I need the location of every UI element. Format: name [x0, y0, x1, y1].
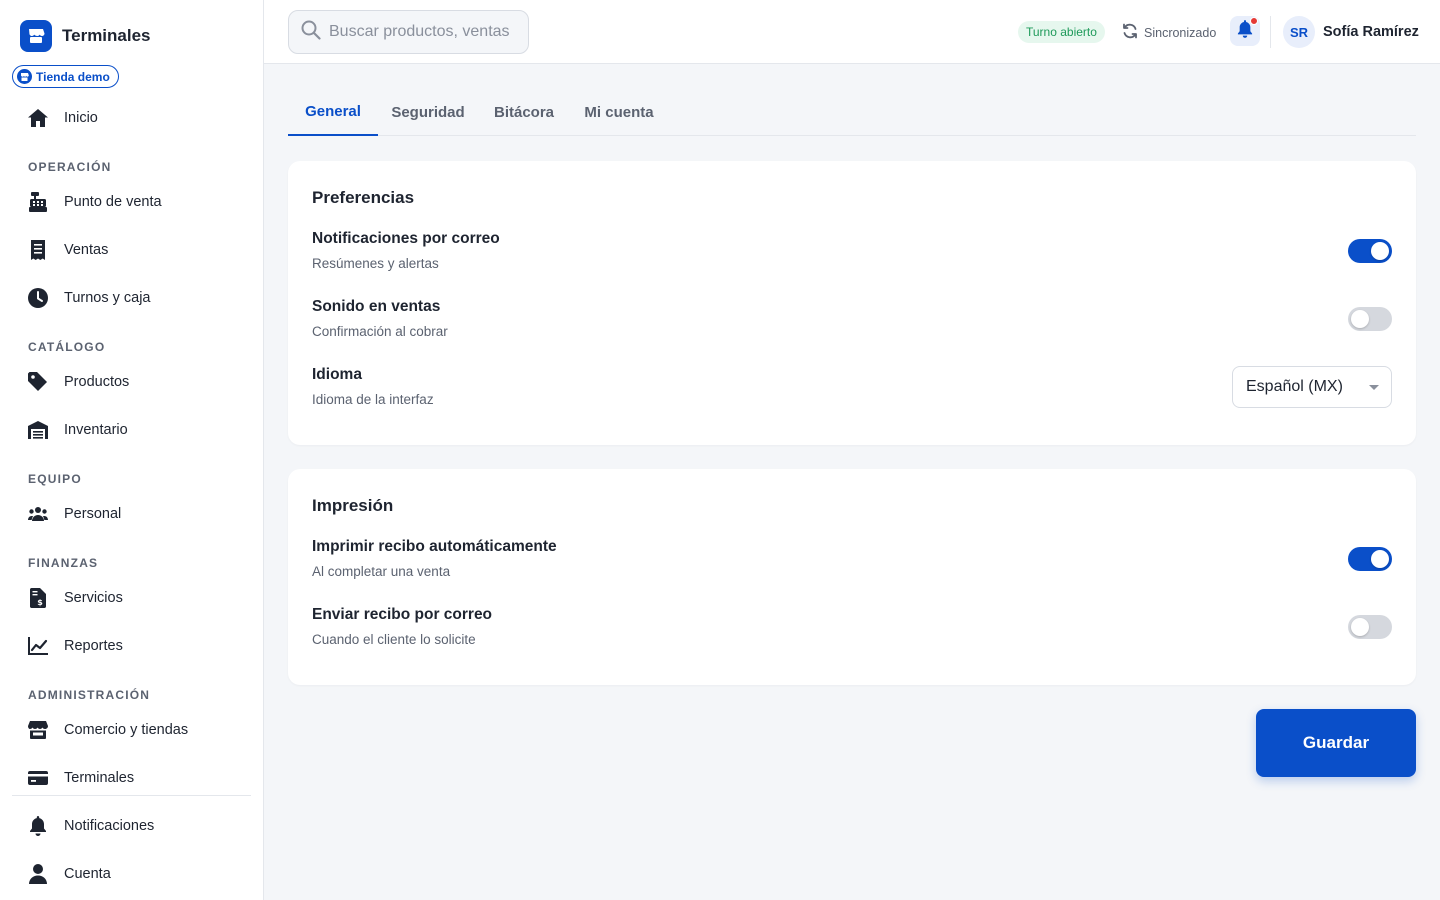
- sync-label: Sincronizado: [1144, 25, 1217, 40]
- sidebar-item-label: Inicio: [64, 110, 98, 126]
- setting-label: Sonido en ventas: [312, 298, 441, 315]
- store-chip-label: Tienda demo: [36, 69, 110, 84]
- sidebar-item-terminales[interactable]: Terminales: [28, 766, 134, 790]
- sidebar-item-servicios[interactable]: $ Servicios: [28, 586, 123, 610]
- auto-print-receipt-toggle[interactable]: [1348, 547, 1392, 571]
- language-select-value: Español (MX): [1246, 378, 1343, 395]
- store-selector[interactable]: Tienda demo: [12, 65, 119, 88]
- preferences-card: Preferencias Notificaciones por correo R…: [288, 161, 1416, 445]
- cash-register-icon: [28, 192, 48, 212]
- setting-description: Confirmación al cobrar: [312, 324, 448, 339]
- shift-status-badge: Turno abierto: [1018, 21, 1105, 43]
- setting-label: Notificaciones por correo: [312, 230, 500, 247]
- sync-icon: [1122, 23, 1138, 42]
- setting-description: Cuando el cliente lo solicite: [312, 632, 476, 647]
- tag-icon: [28, 372, 48, 392]
- sidebar-item-personal[interactable]: Personal: [28, 502, 121, 526]
- sidebar-item-label: Punto de venta: [64, 194, 162, 210]
- sidebar-item-label: Inventario: [64, 422, 128, 438]
- setting-label: Imprimir recibo automáticamente: [312, 538, 557, 555]
- search-box[interactable]: [288, 10, 529, 54]
- sidebar-item-inicio[interactable]: Inicio: [28, 106, 98, 130]
- user-icon: [28, 864, 48, 884]
- tab-seguridad[interactable]: Seguridad: [384, 88, 472, 136]
- sidebar-item-punto-de-venta[interactable]: Punto de venta: [28, 190, 162, 214]
- sidebar-item-notificaciones[interactable]: Notificaciones: [28, 814, 154, 838]
- sidebar-item-cuenta[interactable]: Cuenta: [28, 862, 111, 886]
- brand[interactable]: Terminales: [20, 20, 151, 52]
- sidebar-divider: [12, 795, 251, 796]
- clock-icon: [28, 288, 48, 308]
- sidebar: Terminales Tienda demo Inicio OPERACIÓN …: [0, 0, 264, 900]
- email-notifications-toggle[interactable]: [1348, 239, 1392, 263]
- app-title: Terminales: [62, 26, 151, 45]
- store-logo-icon: [20, 20, 52, 52]
- sidebar-item-comercio-y-tiendas[interactable]: Comercio y tiendas: [28, 718, 188, 742]
- email-receipt-toggle[interactable]: [1348, 615, 1392, 639]
- notifications-button[interactable]: [1230, 16, 1260, 46]
- nav-section-operacion: OPERACIÓN: [28, 160, 112, 174]
- toggle-knob: [1371, 242, 1389, 260]
- sidebar-item-productos[interactable]: Productos: [28, 370, 129, 394]
- setting-description: Resúmenes y alertas: [312, 256, 439, 271]
- tab-mi-cuenta[interactable]: Mi cuenta: [576, 88, 662, 136]
- sidebar-item-label: Notificaciones: [64, 818, 155, 834]
- toggle-knob: [1351, 310, 1369, 328]
- warehouse-icon: [28, 420, 48, 440]
- sidebar-item-label: Servicios: [64, 590, 123, 606]
- setting-description: Idioma de la interfaz: [312, 392, 434, 407]
- sales-sound-toggle[interactable]: [1348, 307, 1392, 331]
- notification-dot: [1250, 17, 1258, 25]
- chart-line-icon: [28, 636, 48, 656]
- sync-status[interactable]: Sincronizado: [1122, 23, 1216, 42]
- home-icon: [28, 108, 48, 128]
- setting-label: Enviar recibo por correo: [312, 606, 493, 623]
- tab-general[interactable]: General: [288, 88, 378, 136]
- search-icon: [301, 20, 321, 45]
- user-menu[interactable]: SR Sofía Ramírez: [1283, 16, 1419, 48]
- avatar: SR: [1283, 16, 1315, 48]
- nav-section-administracion: ADMINISTRACIÓN: [28, 688, 151, 702]
- receipt-icon: [28, 240, 48, 260]
- card-title: Preferencias: [312, 188, 415, 207]
- toggle-knob: [1351, 618, 1369, 636]
- user-name: Sofía Ramírez: [1323, 24, 1419, 40]
- caret-down-icon: [1369, 385, 1379, 390]
- bell-icon: [28, 816, 48, 836]
- sidebar-item-label: Reportes: [64, 638, 123, 654]
- card-title: Impresión: [312, 496, 394, 515]
- sidebar-item-label: Turnos y caja: [64, 290, 151, 306]
- sidebar-item-turnos-y-caja[interactable]: Turnos y caja: [28, 286, 151, 310]
- store-icon: [17, 69, 32, 84]
- sidebar-item-label: Ventas: [64, 242, 109, 258]
- setting-description: Al completar una venta: [312, 564, 451, 579]
- save-button[interactable]: Guardar: [1256, 709, 1416, 777]
- tab-bitacora[interactable]: Bitácora: [486, 88, 562, 136]
- users-icon: [28, 504, 48, 524]
- sidebar-item-label: Productos: [64, 374, 130, 390]
- sidebar-item-label: Personal: [64, 506, 122, 522]
- sidebar-item-inventario[interactable]: Inventario: [28, 418, 128, 442]
- top-bar: Turno abierto Sincronizado SR Sofía Ramí…: [264, 0, 1440, 64]
- settings-tabs: General Seguridad Bitácora Mi cuenta: [288, 88, 1416, 136]
- store-icon: [28, 720, 48, 740]
- invoice-dollar-icon: $: [28, 588, 48, 608]
- toggle-knob: [1371, 550, 1389, 568]
- nav-section-catalogo: CATÁLOGO: [28, 340, 106, 354]
- nav-section-finanzas: FINANZAS: [28, 556, 99, 570]
- sidebar-item-label: Cuenta: [64, 866, 111, 882]
- sidebar-item-label: Comercio y tiendas: [64, 722, 189, 738]
- header-divider: [1270, 16, 1271, 48]
- printing-card: Impresión Imprimir recibo automáticament…: [288, 469, 1416, 685]
- search-input[interactable]: [329, 23, 517, 41]
- svg-text:$: $: [37, 598, 43, 607]
- credit-card-icon: [28, 768, 48, 788]
- sidebar-item-reportes[interactable]: Reportes: [28, 634, 123, 658]
- sidebar-item-label: Terminales: [64, 770, 135, 786]
- sidebar-item-ventas[interactable]: Ventas: [28, 238, 108, 262]
- setting-label: Idioma: [312, 366, 362, 383]
- nav-section-equipo: EQUIPO: [28, 472, 82, 486]
- language-select[interactable]: Español (MX): [1232, 366, 1392, 408]
